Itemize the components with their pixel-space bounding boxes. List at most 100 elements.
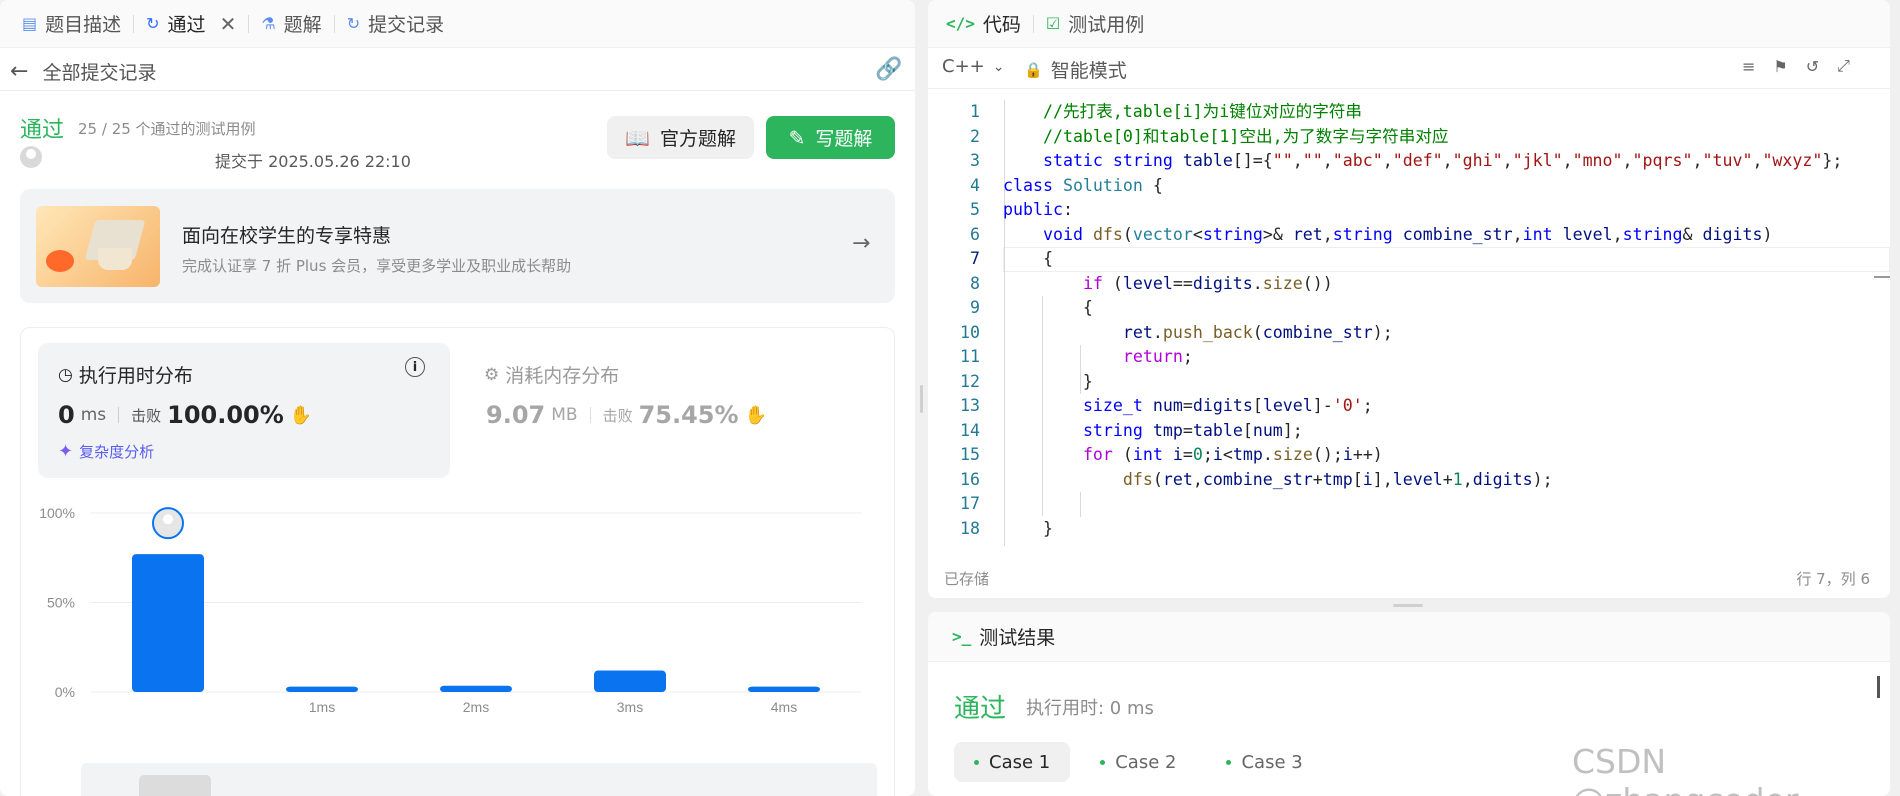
code-lines[interactable]: //先打表,table[i]为i键位对应的字符串 //table[0]和tabl… [1003, 100, 1890, 541]
runtime-unit: ms [80, 405, 107, 425]
bookmark-icon[interactable]: ⚑ [1773, 57, 1787, 76]
tab-test-result[interactable]: >_ 测试结果 [944, 613, 1063, 661]
code-line[interactable]: //先打表,table[i]为i键位对应的字符串 [1003, 100, 1890, 125]
runtime-distribution-chart[interactable]: 100% 50% 0% 1ms 2ms 3ms 4ms [21, 488, 894, 718]
tab-label: 题解 [283, 14, 322, 36]
reset-icon[interactable]: ↺ [1806, 57, 1819, 76]
close-icon[interactable]: ✕ [220, 12, 237, 36]
chart-bar[interactable] [594, 670, 666, 692]
edit-icon: ✎ [788, 125, 806, 150]
line-number: 13 [960, 396, 980, 415]
divider [0, 90, 915, 91]
line-number: 18 [960, 518, 980, 538]
complexity-label[interactable]: 复杂度分析 [79, 441, 154, 462]
chart-bar[interactable] [440, 685, 512, 692]
case-tab-1[interactable]: Case 1 [954, 742, 1071, 782]
code-line[interactable]: size_t num=digits[level]-'0'; [1003, 394, 1890, 419]
promo-subtitle: 完成认证享 7 折 Plus 会员，享受更多学业及职业成长帮助 [182, 257, 572, 275]
code-line[interactable]: dfs(ret,combine_str+tmp[i],level+1,digit… [1003, 468, 1890, 493]
history-icon: ↻ [146, 14, 160, 33]
info-icon[interactable]: i [405, 357, 425, 377]
arrow-left-icon[interactable]: ← [10, 59, 28, 84]
complexity-link[interactable]: ✦ 复杂度分析 [58, 441, 154, 462]
chart-bar[interactable] [132, 554, 204, 692]
code-line[interactable]: ret.push_back(combine_str); [1003, 321, 1890, 346]
tab-testcase[interactable]: ☑ 测试用例 [1038, 0, 1152, 48]
line-number: 7 [970, 249, 980, 268]
terminal-icon: >_ [952, 627, 972, 646]
back-row[interactable]: ← 全部提交记录 [10, 55, 156, 87]
pass-dot [974, 759, 979, 765]
case-tab-3[interactable]: Case 3 [1206, 742, 1322, 782]
tab-description[interactable]: ▤ 题目描述 [14, 0, 129, 48]
link-icon[interactable]: 🔗 [875, 57, 902, 82]
divider [1032, 14, 1034, 33]
panel-resize-handle[interactable] [920, 385, 923, 413]
beats-label: 击败 [602, 406, 633, 425]
smart-mode[interactable]: 🔒 智能模式 [1024, 56, 1127, 83]
divider [248, 14, 250, 33]
editor-tabbar: </> 代码 ☑ 测试用例 [928, 0, 1890, 48]
checkbox-icon: ☑ [1045, 14, 1061, 33]
code-line[interactable]: if (level==digits.size()) [1003, 272, 1890, 297]
arrow-right-icon[interactable]: → [852, 231, 870, 256]
code-line[interactable]: { [1003, 247, 1890, 272]
runtime-box[interactable]: ◷ 执行用时分布 i 0 ms 击败 100.00% ✋ ✦ 复杂度分析 [38, 343, 450, 478]
button-label: 官方题解 [659, 128, 736, 150]
y-tick-label: 50% [47, 595, 75, 611]
chip-icon: ⚙ [484, 364, 500, 385]
chart-scrollbar[interactable] [81, 763, 877, 796]
result-status: 通过 [954, 694, 1007, 724]
code-line[interactable]: //table[0]和table[1]空出,为了数字与字符串对应 [1003, 125, 1890, 150]
case-tab-2[interactable]: Case 2 [1080, 742, 1196, 782]
code-line[interactable]: } [1003, 517, 1890, 542]
line-numbers: 1 2 3 4 5 6 7 8 9 10 11 12 13 14 15 16 17 18 [928, 100, 980, 541]
user-avatar-marker[interactable] [152, 507, 184, 540]
official-solution-button[interactable]: 📖 官方题解 [607, 116, 754, 159]
line-number: 9 [970, 298, 980, 317]
scrollbar-thumb[interactable] [139, 775, 211, 796]
back-label[interactable]: 全部提交记录 [42, 58, 156, 85]
code-editor[interactable]: 1 2 3 4 5 6 7 8 9 10 11 12 13 14 15 16 17 18 //先打表,table[… [928, 100, 1890, 546]
chart-bar[interactable] [286, 686, 358, 692]
line-number: 17 [960, 494, 980, 513]
tab-solutions[interactable]: ⚗ 题解 [253, 0, 329, 48]
memory-title: 消耗内存分布 [505, 365, 620, 387]
tab-submissions[interactable]: ↻ 提交记录 [339, 0, 452, 48]
expand-icon[interactable]: ⤢ [1837, 56, 1850, 76]
code-line[interactable]: return; [1003, 345, 1890, 370]
clock-icon: ◷ [58, 364, 73, 385]
panel-resize-handle[interactable] [1393, 604, 1423, 607]
promo-banner[interactable]: 面向在校学生的专享特惠 完成认证享 7 折 Plus 会员，享受更多学业及职业成… [20, 189, 895, 303]
language-select[interactable]: C++ ⌄ [942, 56, 1004, 77]
pass-dot [1226, 759, 1232, 765]
runtime-value-row: 0 ms 击败 100.00% ✋ [58, 401, 312, 429]
code-line[interactable]: ​ [1003, 492, 1890, 517]
code-line[interactable]: void dfs(vector<string>& ret,string comb… [1003, 223, 1890, 248]
code-line[interactable]: for (int i=0;i<tmp.size();i++) [1003, 443, 1890, 468]
avatar[interactable] [20, 146, 42, 168]
code-line[interactable]: class Solution { [1003, 174, 1890, 199]
memory-box[interactable]: ⚙ 消耗内存分布 9.07 MB 击败 75.45% ✋ [464, 343, 884, 478]
case-label: Case 1 [989, 751, 1051, 773]
memory-beats-value: 75.45% [638, 401, 739, 429]
write-solution-button[interactable]: ✎ 写题解 [766, 116, 895, 159]
sparkle-icon: ✦ [58, 441, 74, 462]
runtime-title-row: ◷ 执行用时分布 [58, 361, 193, 388]
code-line[interactable]: } [1003, 370, 1890, 395]
code-line[interactable]: static string table[]={"","","abc","def"… [1003, 149, 1890, 174]
tab-accepted[interactable]: ↻ 通过 ✕ [138, 0, 244, 48]
format-icon[interactable]: ≡ [1742, 57, 1755, 76]
clap-icon: ✋ [289, 404, 313, 426]
code-line[interactable]: { [1003, 296, 1890, 321]
divider [589, 407, 591, 423]
left-panel: ▤ 题目描述 ↻ 通过 ✕ ⚗ 题解 ↻ 提交记录 ← 全部提交记录 🔗 通过 … [0, 0, 915, 796]
chart-bar[interactable] [748, 686, 820, 692]
tab-label: 提交记录 [368, 14, 445, 36]
tab-code[interactable]: </> 代码 [938, 0, 1029, 48]
code-line[interactable]: string tmp=table[num]; [1003, 419, 1890, 444]
promo-title: 面向在校学生的专享特惠 [182, 225, 392, 247]
scrollbar[interactable] [1877, 676, 1880, 698]
left-tabbar: ▤ 题目描述 ↻ 通过 ✕ ⚗ 题解 ↻ 提交记录 [0, 0, 915, 48]
code-line[interactable]: public: [1003, 198, 1890, 223]
